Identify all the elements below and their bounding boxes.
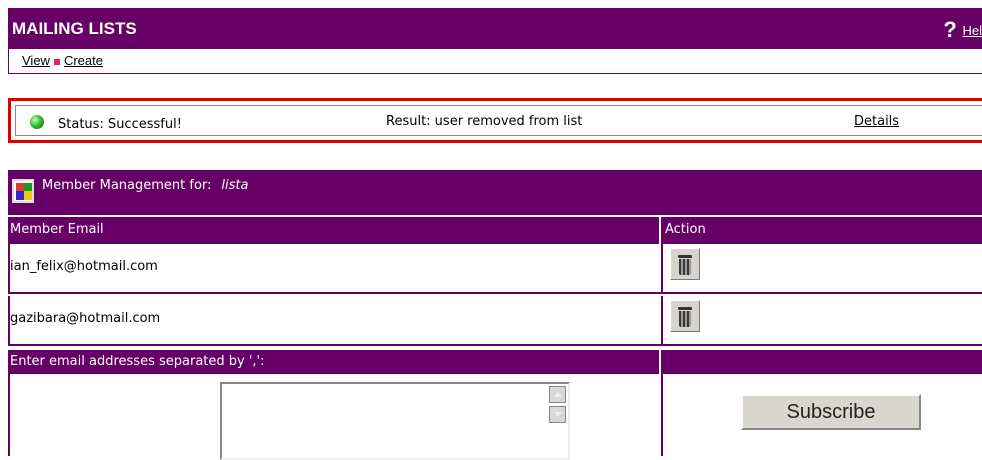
action-cell [661,296,982,344]
subnav: View Create [22,53,103,68]
result-text: Result: user removed from list [386,114,583,129]
member-management-title-bar: Member Management for: lista [8,170,982,215]
nav-create-link[interactable]: Create [64,53,103,68]
details-link[interactable]: Details [854,114,899,129]
status-inner: Status: Successful! Result: user removed… [15,105,982,136]
nav-view-link[interactable]: View [22,53,50,68]
trash-icon[interactable] [670,248,700,280]
subscribe-cell: Subscribe [661,374,982,456]
column-header-email: Member Email [8,217,659,244]
table-header-row: Member Email Action [8,217,982,244]
header-bar: MAILING LISTS ? Hel [9,9,982,49]
subscribe-button[interactable]: Subscribe [741,394,921,430]
mailing-lists-header: MAILING LISTS ? Hel View Create [8,8,982,74]
email-addresses-textarea[interactable] [220,382,570,460]
member-management-title: Member Management for: lista [42,178,248,193]
scroll-down-icon[interactable] [549,406,566,423]
help-icon[interactable]: ? [943,17,956,42]
trash-icon[interactable] [670,300,700,332]
action-cell [661,244,982,292]
table-row: ian_felix@hotmail.com [8,244,982,294]
table-row: gazibara@hotmail.com [8,296,982,346]
title-prefix: Member Management for: [42,178,212,193]
member-list-icon [12,179,34,203]
scroll-up-icon[interactable] [549,386,566,403]
status-message-box: Status: Successful! Result: user removed… [8,98,982,143]
status-text: Status: Successful! [58,117,182,132]
status-ok-icon [30,115,44,129]
help-link[interactable]: Hel [962,23,982,38]
textarea-cell [10,374,661,460]
enter-emails-label: Enter email addresses separated by ',': [8,350,982,374]
member-management-table: Member Management for: lista Member Email… [8,170,982,460]
member-email: ian_felix@hotmail.com [10,259,158,274]
list-name: lista [221,178,249,193]
nav-separator-icon [53,58,60,65]
member-email: gazibara@hotmail.com [10,311,161,326]
help-link-group[interactable]: ? Hel [943,17,982,43]
subscribe-row: Subscribe [8,374,982,460]
page-title: MAILING LISTS [12,19,137,38]
column-header-action: Action [659,217,982,244]
